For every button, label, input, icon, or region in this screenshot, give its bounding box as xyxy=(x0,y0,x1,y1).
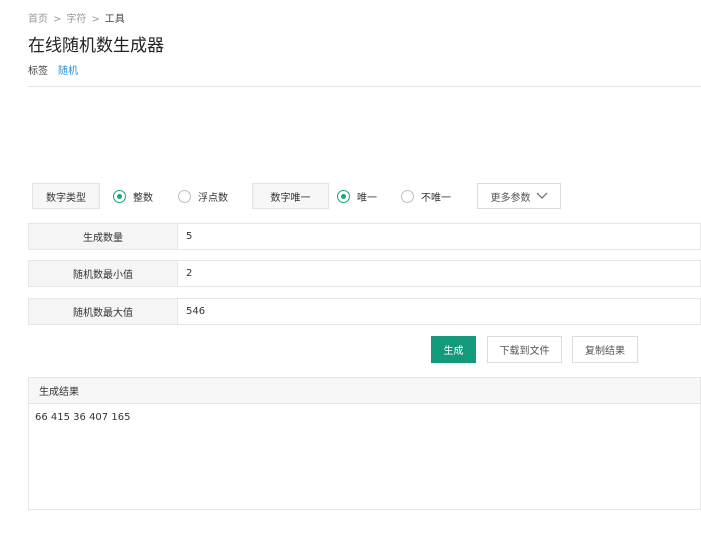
float-label: 浮点数 xyxy=(198,192,228,204)
radio-unchecked-icon xyxy=(401,189,414,203)
min-field: 随机数最小值 2 xyxy=(28,260,701,287)
breadcrumb-current[interactable]: 工具 xyxy=(105,14,125,25)
generate-button[interactable]: 生成 xyxy=(431,336,476,363)
float-radio[interactable]: 浮点数 xyxy=(178,189,228,204)
unique-no-label: 不唯一 xyxy=(421,192,451,204)
integer-radio[interactable]: 整数 xyxy=(113,189,153,204)
unique-yes-label: 唯一 xyxy=(357,192,377,204)
download-button[interactable]: 下载到文件 xyxy=(487,336,562,363)
count-label: 生成数量 xyxy=(29,224,178,249)
unique-yes-radio[interactable]: 唯一 xyxy=(337,189,377,204)
tag-random-link[interactable]: 随机 xyxy=(58,66,78,77)
breadcrumb: 首页 > 字符 > 工具 xyxy=(28,10,125,25)
radio-unchecked-icon xyxy=(178,189,191,203)
number-type-label: 数字类型 xyxy=(32,183,100,209)
min-input[interactable]: 2 xyxy=(178,261,700,286)
breadcrumb-separator: > xyxy=(91,14,100,25)
count-input[interactable]: 5 xyxy=(178,224,700,249)
tags-label: 标签 xyxy=(28,66,48,77)
radio-checked-icon xyxy=(337,189,350,203)
radio-checked-icon xyxy=(113,189,126,203)
page-title: 在线随机数生成器 xyxy=(28,36,164,56)
breadcrumb-separator: > xyxy=(53,14,62,25)
breadcrumb-home[interactable]: 首页 xyxy=(28,14,48,25)
result-panel: 生成结果 66 415 36 407 165 xyxy=(28,377,701,510)
options-row: 数字类型 整数 浮点数 数字唯一 唯一 不唯一 更多参数 xyxy=(32,182,561,210)
integer-label: 整数 xyxy=(133,192,153,204)
copy-result-button[interactable]: 复制结果 xyxy=(572,336,638,363)
unique-no-radio[interactable]: 不唯一 xyxy=(401,189,451,204)
max-input[interactable]: 546 xyxy=(178,299,700,324)
tags: 标签 随机 xyxy=(28,62,78,77)
count-field: 生成数量 5 xyxy=(28,223,701,250)
result-output[interactable]: 66 415 36 407 165 xyxy=(29,404,700,431)
more-params-button[interactable]: 更多参数 xyxy=(477,183,561,209)
min-label: 随机数最小值 xyxy=(29,261,178,286)
chevron-down-icon xyxy=(536,192,547,199)
breadcrumb-category[interactable]: 字符 xyxy=(66,14,86,25)
max-label: 随机数最大值 xyxy=(29,299,178,324)
max-field: 随机数最大值 546 xyxy=(28,298,701,325)
more-params-label: 更多参数 xyxy=(490,192,531,204)
divider xyxy=(28,86,701,87)
number-unique-label: 数字唯一 xyxy=(252,183,329,209)
result-header: 生成结果 xyxy=(29,378,700,404)
